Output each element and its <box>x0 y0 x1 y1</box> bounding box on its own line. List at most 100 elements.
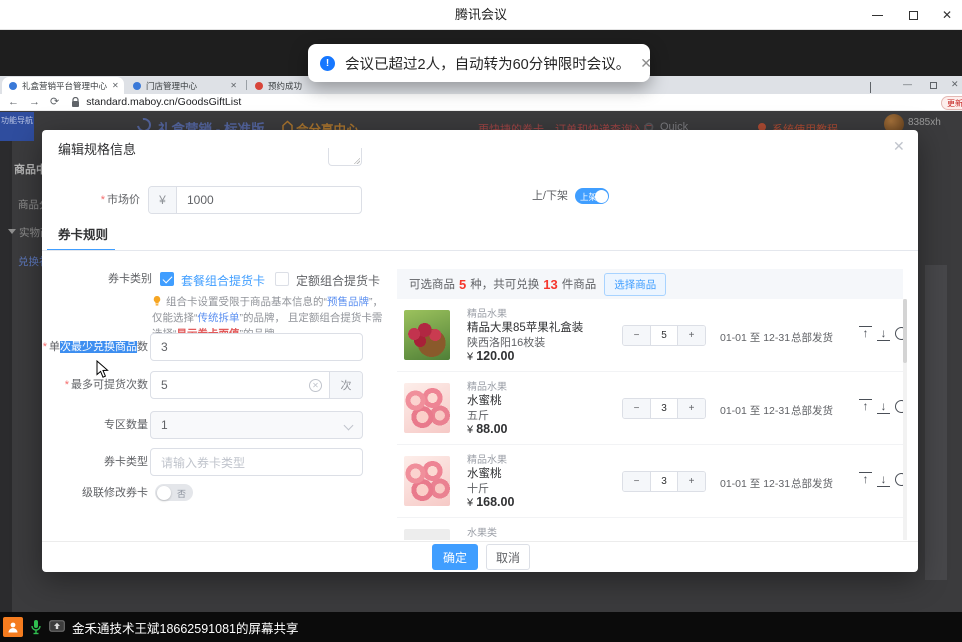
maximize-button[interactable] <box>898 0 928 30</box>
valid-date-range: 01-01 至 12-31 <box>720 330 790 345</box>
checkbox-combo-card[interactable] <box>160 272 174 286</box>
cascade-label: 级联修改券卡 <box>42 480 148 506</box>
move-bottom-icon[interactable]: ↓ <box>877 326 890 341</box>
qty-minus-button[interactable]: − <box>623 326 650 345</box>
scrollbar-thumb[interactable] <box>903 299 907 363</box>
select-goods-button[interactable]: 选择商品 <box>604 273 666 296</box>
url-text[interactable]: standard.maboy.cn/GoodsGiftList <box>86 96 241 108</box>
min-exchange-value: 3 <box>151 340 168 354</box>
min-exchange-label: *单次最少兑换商品数 <box>42 333 148 361</box>
cancel-button[interactable]: 取消 <box>486 544 530 570</box>
microphone-icon[interactable] <box>30 619 42 635</box>
qty-minus-button[interactable]: − <box>623 472 650 491</box>
toast-close-icon[interactable]: ✕ <box>640 55 652 72</box>
tab3-favicon <box>255 82 263 90</box>
min-exchange-input[interactable]: 3 <box>150 333 363 361</box>
clock-icon[interactable] <box>895 400 903 413</box>
chrome-maximize-icon[interactable] <box>930 81 937 91</box>
qty-value[interactable]: 3 <box>650 399 678 418</box>
zone-count-label: 专区数量 <box>42 411 148 439</box>
move-top-icon[interactable]: ↑ <box>859 326 872 341</box>
footer-divider <box>42 541 918 542</box>
chrome-close-icon[interactable]: ✕ <box>951 79 959 90</box>
checkbox-fixed-card[interactable] <box>275 272 289 286</box>
move-top-icon[interactable]: ↑ <box>859 399 872 414</box>
modal-close-icon[interactable]: ✕ <box>893 138 905 155</box>
tab-card-rules[interactable]: 券卡规则 <box>58 224 108 243</box>
resize-grip-icon[interactable] <box>353 157 360 164</box>
collapse-triangle-icon <box>8 229 16 234</box>
tab2-close-icon[interactable]: ✕ <box>230 81 237 90</box>
confirm-button[interactable]: 确定 <box>432 544 478 570</box>
move-top-icon[interactable]: ↑ <box>859 472 872 487</box>
product-spec: 十斤 <box>467 480 489 496</box>
goods-list: 精品水果 精品大果85苹果礼盒装 陕西洛阳16枚装 ¥ 120.00 − 5 +… <box>397 299 903 540</box>
goods-row-2: 精品水果 水蜜桃 五斤 ¥ 88.00 − 3 + 01-01 至 12-31 … <box>397 372 903 445</box>
info-icon: ! <box>320 56 335 71</box>
sharer-avatar-icon[interactable] <box>3 617 23 637</box>
clock-icon[interactable] <box>895 327 903 340</box>
qty-minus-button[interactable]: − <box>623 399 650 418</box>
forward-icon[interactable]: → <box>29 94 40 111</box>
clock-icon[interactable] <box>895 473 903 486</box>
back-icon[interactable]: ← <box>8 94 19 111</box>
max-pick-input[interactable]: 5 ✕ 次 <box>150 371 363 399</box>
market-price-value: 1000 <box>177 193 214 207</box>
card-type-input[interactable]: 请输入券卡类型 <box>150 448 363 476</box>
combo-card-option[interactable]: 套餐组合提货卡 <box>181 272 265 289</box>
chrome-update-button[interactable]: 更新 ⋮ <box>941 96 962 110</box>
dimmed-scroll-strip <box>925 265 947 580</box>
browser-tab-1[interactable]: 礼盒营销平台管理中心 ✕ <box>2 77 124 94</box>
goods-list-scrollbar[interactable] <box>903 299 907 540</box>
meeting-titlebar: 腾讯会议 <box>0 0 962 30</box>
valid-date-range: 01-01 至 12-31 <box>720 403 790 418</box>
share-bar-text: 金禾通技术王斌18662591081的屏幕共享 <box>72 618 298 637</box>
modal-title: 编辑规格信息 <box>58 139 136 158</box>
qty-plus-button[interactable]: + <box>678 326 705 345</box>
nav-toggle[interactable]: 功能导航 <box>0 112 34 141</box>
panel-text: 种，共可兑换 <box>470 276 539 292</box>
max-pick-value: 5 <box>151 378 168 392</box>
screen-share-icon[interactable] <box>49 620 65 634</box>
qty-plus-button[interactable]: + <box>678 472 705 491</box>
chrome-menu-chevron-icon[interactable] <box>870 82 871 92</box>
browser-tab-2[interactable]: 门店管理中心 ✕ <box>126 77 244 94</box>
clear-input-icon[interactable]: ✕ <box>309 379 322 392</box>
shelf-toggle[interactable]: 上架 <box>575 188 609 204</box>
card-category-label: 券卡类别 <box>42 266 152 292</box>
mouse-cursor <box>96 360 109 379</box>
panel-text: 可选商品 <box>409 276 455 292</box>
tab1-close-icon[interactable]: ✕ <box>112 81 119 90</box>
product-name: 精品大果85苹果礼盒装 <box>467 319 583 335</box>
edit-spec-modal: 编辑规格信息 ✕ *市场价 ¥ 1000 上/下架 上架 券卡规则 券卡类别 套… <box>42 130 918 572</box>
toast-message: 会议已超过2人，自动转为60分钟限时会议。 <box>345 53 630 74</box>
cascade-off-text: 否 <box>177 487 186 500</box>
card-type-placeholder: 请输入券卡类型 <box>151 454 245 471</box>
qty-value[interactable]: 3 <box>650 472 678 491</box>
zone-count-select[interactable]: 1 <box>150 411 363 439</box>
qty-plus-button[interactable]: + <box>678 399 705 418</box>
tab-separator <box>246 80 247 90</box>
product-image <box>404 456 450 506</box>
reload-icon[interactable]: ⟳ <box>50 94 59 111</box>
zone-count-value: 1 <box>151 418 168 432</box>
product-price: ¥ 168.00 <box>467 495 514 509</box>
qty-value[interactable]: 5 <box>650 326 678 345</box>
close-window-button[interactable]: ✕ <box>932 0 962 30</box>
max-pick-label: *最多可提货次数 <box>42 371 148 399</box>
market-price-input[interactable]: ¥ 1000 <box>148 186 362 214</box>
minimize-button[interactable] <box>862 0 892 30</box>
description-textarea-bottom[interactable] <box>328 148 362 166</box>
shelf-label: 上/下架 <box>462 182 568 210</box>
delivery-mode: 总部发货 <box>791 476 833 491</box>
valid-date-range: 01-01 至 12-31 <box>720 476 790 491</box>
goods-row-1: 精品水果 精品大果85苹果礼盒装 陕西洛阳16枚装 ¥ 120.00 − 5 +… <box>397 299 903 372</box>
person-icon <box>7 621 19 633</box>
currency-prefix: ¥ <box>149 187 177 213</box>
chrome-minimize-icon[interactable]: — <box>903 79 912 89</box>
fixed-card-option[interactable]: 定额组合提货卡 <box>296 272 380 289</box>
move-bottom-icon[interactable]: ↓ <box>877 399 890 414</box>
cascade-toggle[interactable]: 否 <box>155 484 193 501</box>
move-bottom-icon[interactable]: ↓ <box>877 472 890 487</box>
lock-icon <box>71 97 80 108</box>
